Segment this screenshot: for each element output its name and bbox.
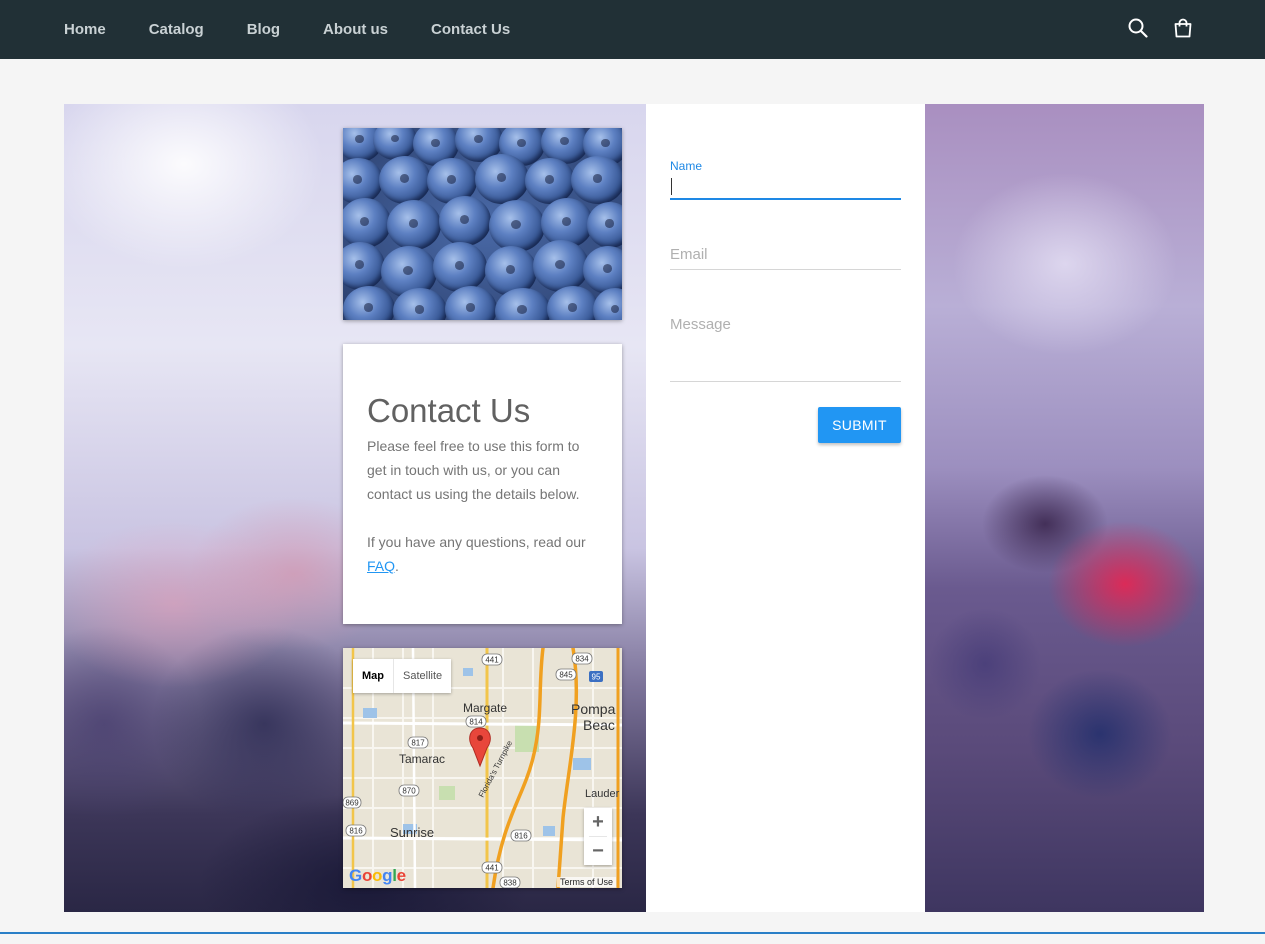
email-field[interactable]: Email <box>670 246 901 270</box>
berries-photo-right <box>925 104 1204 912</box>
text-caret <box>671 178 672 195</box>
road-label: 441 <box>485 864 499 873</box>
google-logo: Google <box>349 866 406 885</box>
road-label: 870 <box>402 787 416 796</box>
road-label: 816 <box>349 827 363 836</box>
email-placeholder: Email <box>670 246 708 263</box>
road-label: 834 <box>575 655 589 664</box>
road-label: 869 <box>345 799 359 808</box>
road-label: 441 <box>485 656 499 665</box>
nav-link-blog[interactable]: Blog <box>247 21 280 38</box>
search-icon[interactable] <box>1127 17 1149 39</box>
message-placeholder: Message <box>670 316 731 333</box>
map-tab[interactable]: Map <box>353 659 394 693</box>
map-type-toggle: Map Satellite <box>353 659 452 693</box>
place-label: Lauder <box>585 788 620 800</box>
road-label: 816 <box>514 832 528 841</box>
nav-link-contact[interactable]: Contact Us <box>431 21 510 38</box>
faq-link[interactable]: FAQ <box>367 558 395 574</box>
place-label: Beac <box>583 717 615 733</box>
road-label: 838 <box>503 879 517 888</box>
road-label: 95 <box>592 673 601 682</box>
place-label: Margate <box>463 701 507 715</box>
nav-links: Home Catalog Blog About us Contact Us <box>64 0 553 59</box>
message-field[interactable]: Message <box>670 316 901 382</box>
road-label: 814 <box>469 718 483 727</box>
top-navbar: Home Catalog Blog About us Contact Us <box>0 0 1265 59</box>
google-map[interactable]: 441 834 845 95 814 817 870 869 816 816 4… <box>343 648 622 888</box>
faq-text: If you have any questions, read our FAQ. <box>367 530 598 578</box>
contact-info-card: Contact Us Please feel free to use this … <box>343 344 622 624</box>
road-label: 817 <box>411 739 425 748</box>
nav-link-catalog[interactable]: Catalog <box>149 21 204 38</box>
map-zoom-control: + − <box>584 808 612 865</box>
place-label: Tamarac <box>399 752 445 766</box>
zoom-in-button[interactable]: + <box>584 808 612 836</box>
submit-button[interactable]: SUBMIT <box>818 407 901 443</box>
contact-title: Contact Us <box>367 392 531 429</box>
nav-link-about[interactable]: About us <box>323 21 388 38</box>
footer-divider <box>0 932 1265 934</box>
satellite-tab[interactable]: Satellite <box>394 659 451 693</box>
blueberries-photo <box>343 128 622 320</box>
contact-intro-text: Please feel free to use this form to get… <box>367 438 580 502</box>
faq-text-suffix: . <box>395 558 399 574</box>
road-label: 845 <box>559 671 573 680</box>
place-label: Pompa <box>571 701 616 717</box>
place-label: Sunrise <box>390 825 434 840</box>
cart-icon[interactable] <box>1172 17 1194 39</box>
map-terms-link[interactable]: Terms of Use <box>556 877 616 887</box>
name-field[interactable] <box>670 175 901 200</box>
nav-link-home[interactable]: Home <box>64 21 106 38</box>
name-field-label: Name <box>670 159 703 173</box>
contact-form-panel <box>646 104 925 912</box>
faq-text-prefix: If you have any questions, read our <box>367 534 586 550</box>
zoom-out-button[interactable]: − <box>584 837 612 865</box>
